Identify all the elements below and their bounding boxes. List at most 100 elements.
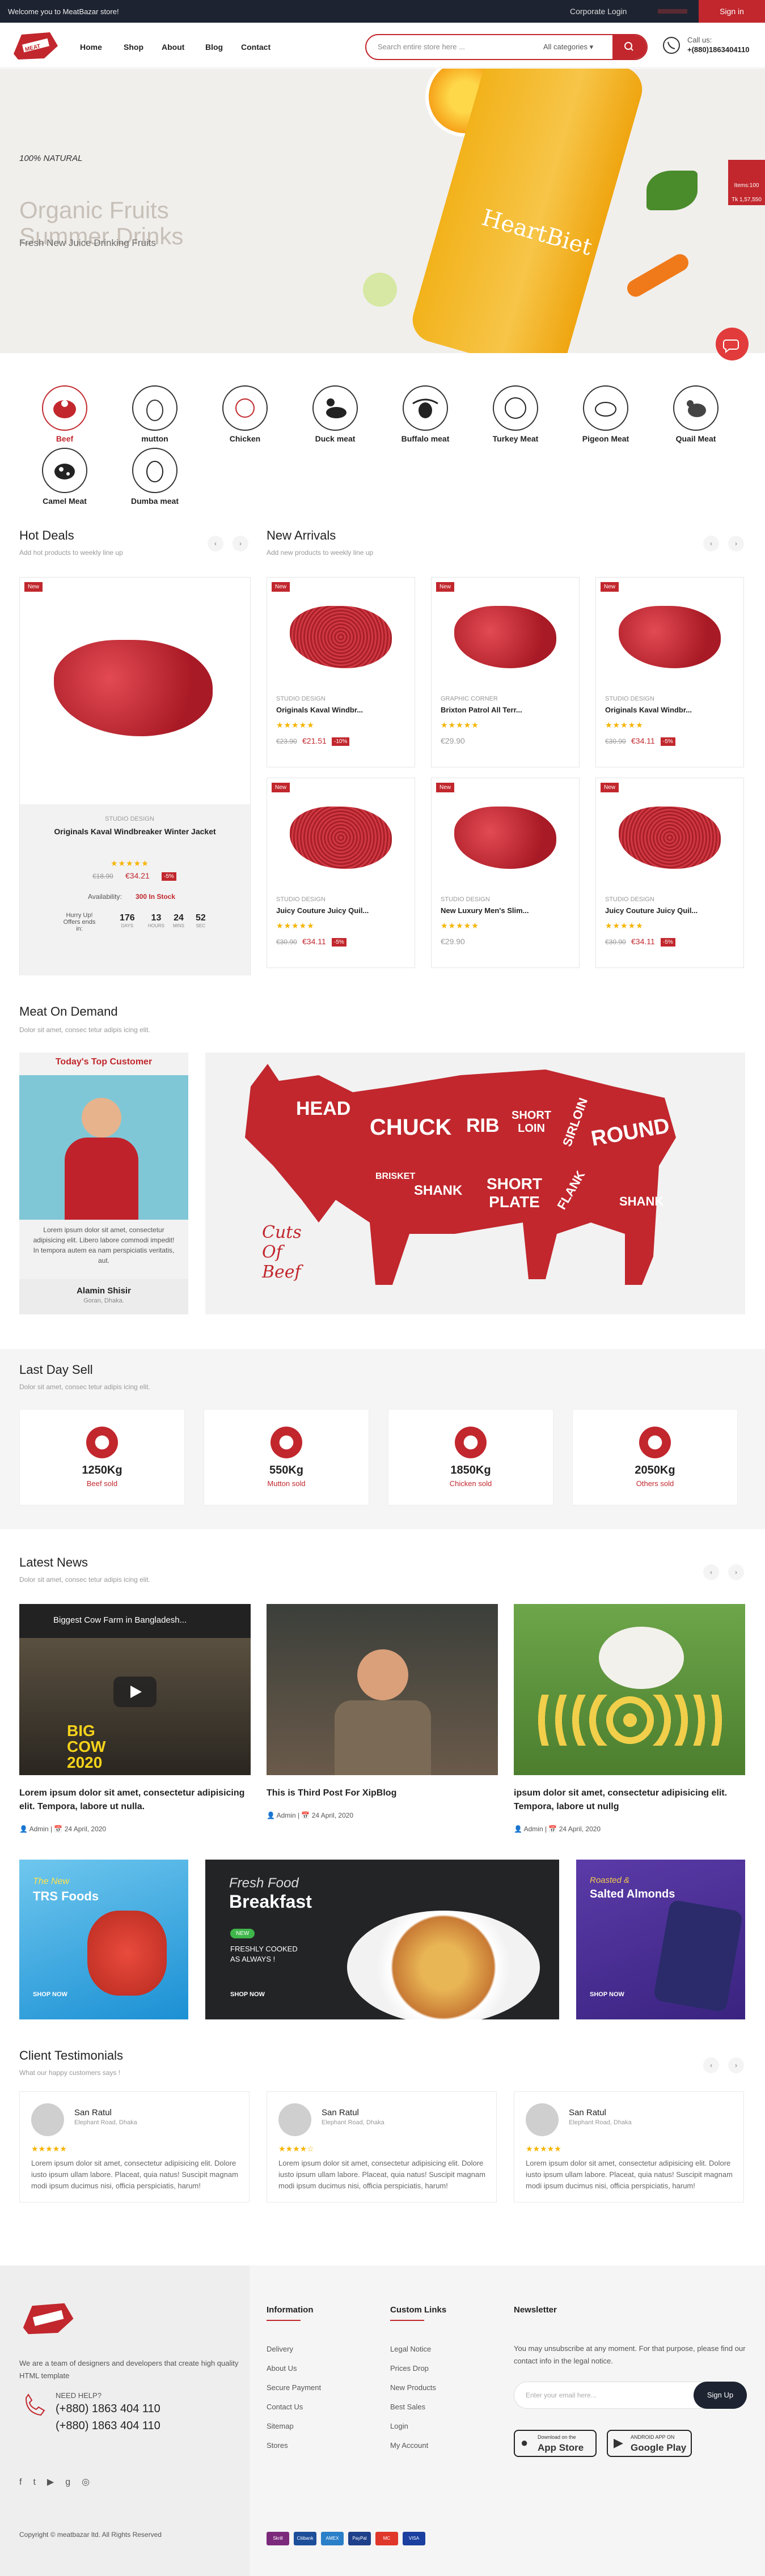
footer-custom-link[interactable]: Login xyxy=(390,2422,408,2430)
footer-logo[interactable] xyxy=(19,2302,76,2336)
google-play-badge[interactable]: ANDROID APP ON Google Play ▶ xyxy=(607,2430,692,2457)
news-post-title[interactable]: ipsum dolor sit amet, consectetur adipis… xyxy=(514,1786,745,1814)
chat-button[interactable] xyxy=(716,328,749,360)
newsletter-form: Enter your email here... Sign Up xyxy=(514,2382,747,2409)
footer-info-link[interactable]: About Us xyxy=(267,2364,297,2373)
category-mutton[interactable]: mutton xyxy=(126,385,183,443)
category-camel[interactable]: Camel Meat xyxy=(36,448,93,506)
new-arrivals-prev[interactable]: ‹ xyxy=(703,536,719,551)
category-duck[interactable]: Duck meat xyxy=(307,385,364,443)
nav-home[interactable]: Home xyxy=(80,43,102,52)
newsletter-email-input[interactable]: Enter your email here... xyxy=(526,2391,597,2399)
footer-custom-link[interactable]: Prices Drop xyxy=(390,2364,429,2373)
footer-info-link[interactable]: Delivery xyxy=(267,2345,293,2353)
product-card[interactable]: New STUDIO DESIGN New Luxury Men's Slim...… xyxy=(431,778,580,968)
search-bar: Search entire store here ... All categor… xyxy=(365,34,648,60)
site-logo[interactable]: MEAT xyxy=(10,31,60,61)
search-input[interactable]: Search entire store here ... xyxy=(378,43,465,51)
category-select[interactable]: All categories ▾ xyxy=(543,43,593,52)
category-chicken[interactable]: Chicken xyxy=(217,385,273,443)
category-quail[interactable]: Quail Meat xyxy=(667,385,724,443)
news-post-title[interactable]: This is Third Post For XipBlog xyxy=(267,1786,498,1800)
banner-shop-now[interactable]: SHOP NOW xyxy=(590,1991,624,1998)
nav-shop[interactable]: Shop xyxy=(124,43,143,52)
news-author[interactable]: Admin xyxy=(29,1825,49,1833)
product-name[interactable]: Originals Kaval Windbr... xyxy=(605,706,692,714)
banner-breakfast[interactable]: Fresh Food Breakfast NEW FRESHLY COOKED … xyxy=(205,1860,559,2019)
twitter-icon[interactable]: t xyxy=(33,2477,47,2487)
chat-icon xyxy=(723,339,739,354)
hot-deals-prev[interactable]: ‹ xyxy=(208,536,223,551)
rating-stars: ★★★★★ xyxy=(276,921,315,930)
category-label: Dumba meat xyxy=(130,496,179,506)
sign-in-button[interactable]: Sign in xyxy=(699,0,765,23)
testimonial-name: San Ratul xyxy=(569,2108,606,2117)
hero-slider[interactable]: HeartBiet 100% NATURAL Organic Fruits Su… xyxy=(0,69,765,353)
news-image-chicken[interactable] xyxy=(267,1604,498,1775)
news-author[interactable]: Admin xyxy=(277,1811,296,1819)
footer-custom-link[interactable]: Legal Notice xyxy=(390,2345,431,2353)
footer-info-link[interactable]: Stores xyxy=(267,2441,288,2450)
hot-deals-next[interactable]: › xyxy=(233,536,248,551)
footer-info-link[interactable]: Sitemap xyxy=(267,2422,294,2430)
product-name[interactable]: Originals Kaval Windbr... xyxy=(276,706,363,714)
google-plus-icon[interactable]: g xyxy=(65,2477,82,2487)
facebook-icon[interactable]: f xyxy=(19,2477,33,2487)
cut-short-loin: SHORT LOIN xyxy=(512,1109,551,1135)
call-number[interactable]: +(880)1863404110 xyxy=(687,45,750,54)
banner-almonds[interactable]: Roasted & Salted Almonds SHOP NOW xyxy=(576,1860,745,2019)
play-icon[interactable] xyxy=(113,1677,157,1707)
category-turkey[interactable]: Turkey Meat xyxy=(487,385,544,443)
product-card[interactable]: New STUDIO DESIGN Originals Kaval Windbr..… xyxy=(267,577,415,767)
testimonials-prev[interactable]: ‹ xyxy=(703,2057,719,2073)
product-name[interactable]: Originals Kaval Windbreaker Winter Jacke… xyxy=(37,827,233,836)
language-flags[interactable] xyxy=(658,9,687,14)
product-card[interactable]: New STUDIO DESIGN Juicy Couture Juicy Quil… xyxy=(595,778,744,968)
banner-trs-foods[interactable]: The New TRS Foods SHOP NOW xyxy=(19,1860,188,2019)
search-button[interactable] xyxy=(612,35,646,59)
signup-button[interactable]: Sign Up xyxy=(694,2382,747,2409)
banner-shop-now[interactable]: SHOP NOW xyxy=(230,1991,265,1998)
corporate-login-link[interactable]: Corporate Login xyxy=(570,7,627,16)
new-arrivals-title: New Arrivals xyxy=(267,528,336,542)
new-arrivals-next[interactable]: › xyxy=(728,536,744,551)
app-store-badge[interactable]: Download on the App Store ● xyxy=(514,2430,597,2457)
category-pigeon[interactable]: Pigeon Meat xyxy=(577,385,634,443)
cut-shank-rear: SHANK xyxy=(619,1194,664,1208)
category-dumba[interactable]: Dumba meat xyxy=(126,448,183,506)
stat-value: 1250Kg xyxy=(82,1464,122,1476)
news-video[interactable]: Biggest Cow Farm in Bangladesh... BIG CO… xyxy=(19,1604,251,1775)
leaf-image xyxy=(646,171,698,210)
footer-info-link[interactable]: Secure Payment xyxy=(267,2383,321,2392)
testimonials-next[interactable]: › xyxy=(728,2057,744,2073)
instagram-icon[interactable]: ◎ xyxy=(82,2477,101,2487)
product-name[interactable]: New Luxury Men's Slim... xyxy=(441,906,529,915)
product-name[interactable]: Juicy Couture Juicy Quil... xyxy=(276,906,369,915)
footer-phone-1[interactable]: (+880) 1863 404 110 xyxy=(56,2403,160,2416)
nav-contact[interactable]: Contact xyxy=(241,43,271,52)
news-author[interactable]: Admin xyxy=(524,1825,543,1833)
banner-shop-now[interactable]: SHOP NOW xyxy=(33,1991,67,1998)
footer-custom-link[interactable]: My Account xyxy=(390,2441,428,2450)
product-card[interactable]: New STUDIO DESIGN Originals Kaval Windbr..… xyxy=(595,577,744,767)
category-beef[interactable]: Beef xyxy=(36,385,93,443)
youtube-icon[interactable]: ▶ xyxy=(47,2477,65,2487)
footer-info-link[interactable]: Contact Us xyxy=(267,2403,303,2411)
news-post-title[interactable]: Lorem ipsum dolor sit amet, consectetur … xyxy=(19,1786,251,1814)
news-next[interactable]: › xyxy=(728,1564,744,1580)
news-prev[interactable]: ‹ xyxy=(703,1564,719,1580)
nav-blog[interactable]: Blog xyxy=(205,43,223,52)
nav-about[interactable]: About xyxy=(162,43,184,52)
product-card[interactable]: New STUDIO DESIGN Juicy Couture Juicy Quil… xyxy=(267,778,415,968)
hot-deal-card[interactable]: New STUDIO DESIGN Originals Kaval Windbr… xyxy=(19,577,251,975)
footer-phone-2[interactable]: (+880) 1863 404 110 xyxy=(56,2420,160,2433)
product-card[interactable]: New GRAPHIC CORNER Brixton Patrol All Terr… xyxy=(431,577,580,767)
product-name[interactable]: Brixton Patrol All Terr... xyxy=(441,706,522,714)
footer-custom-link[interactable]: Best Sales xyxy=(390,2403,425,2411)
news-image-ducks[interactable] xyxy=(514,1604,745,1775)
side-cart[interactable]: Items:100 Tk 1,57,550 xyxy=(728,160,765,205)
footer-custom-link[interactable]: New Products xyxy=(390,2383,436,2392)
category-buffalo[interactable]: Buffalo meat xyxy=(397,385,454,443)
new-arrivals-subtitle: Add new products to weekly line up xyxy=(267,549,374,557)
product-name[interactable]: Juicy Couture Juicy Quil... xyxy=(605,906,698,915)
